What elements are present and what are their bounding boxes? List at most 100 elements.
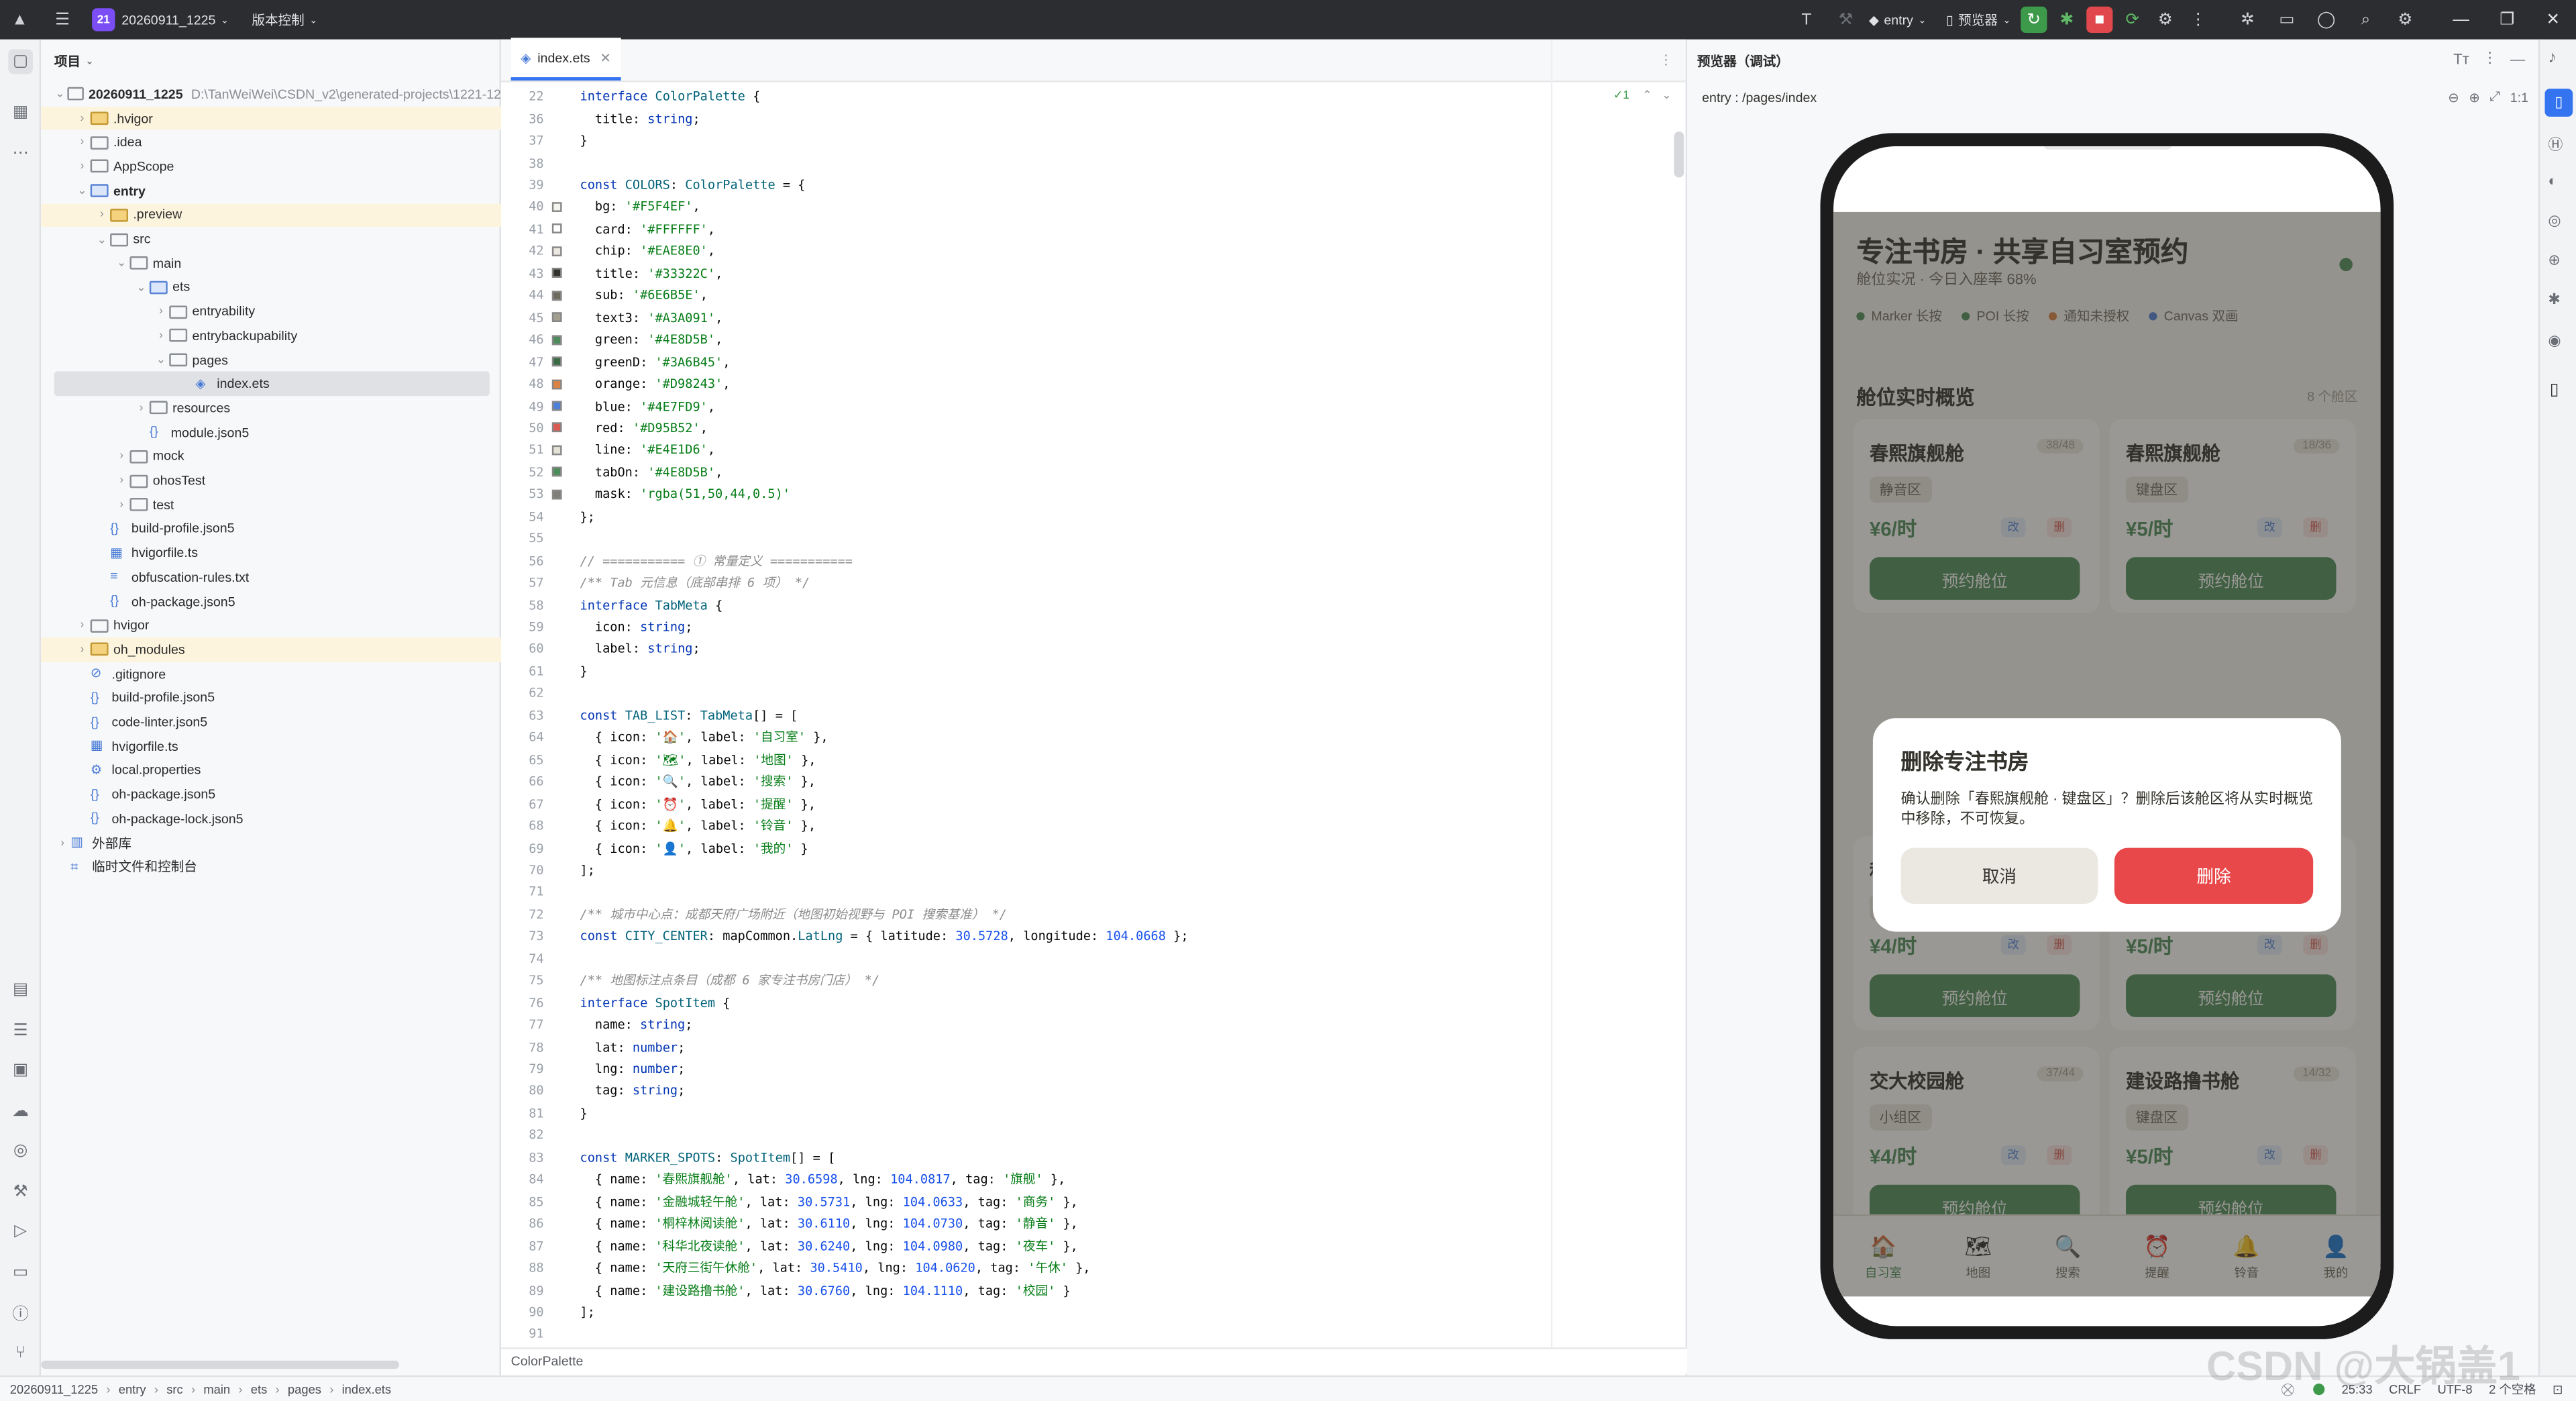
code-line[interactable]: 88 { name: '天府三街午休舱', lat: 30.5410, lng:… bbox=[501, 1257, 1090, 1279]
zoom-out-icon[interactable]: ⊖ bbox=[2448, 89, 2459, 104]
tree-item[interactable]: {} module.json5 bbox=[41, 420, 501, 444]
tree-item[interactable]: › AppScope bbox=[41, 154, 501, 178]
tree-item[interactable]: ⌗ 临时文件和控制台 bbox=[41, 855, 501, 879]
code-line[interactable]: 58 interface TabMeta { bbox=[501, 594, 722, 616]
close-tab-icon[interactable]: ✕ bbox=[600, 50, 610, 65]
code-line[interactable]: 47 greenD: '#3A6B45', bbox=[501, 351, 730, 373]
code-area[interactable]: 22 interface ColorPalette {36 title: stri… bbox=[501, 82, 1684, 1347]
status-crumb[interactable]: 20260911_1225 bbox=[10, 1382, 98, 1397]
tree-item[interactable]: › .preview bbox=[41, 203, 501, 227]
status-crumb[interactable]: entry bbox=[119, 1382, 146, 1397]
color-swatch-icon[interactable] bbox=[550, 489, 564, 500]
device-select[interactable]: ▯ 预览器 ⌄ bbox=[1946, 11, 2011, 29]
chevron-right-icon[interactable]: › bbox=[153, 306, 169, 317]
code-line[interactable]: 50 red: '#D95B52', bbox=[501, 417, 708, 439]
color-swatch-icon[interactable] bbox=[550, 401, 564, 411]
actual-size-icon[interactable]: 1:1 bbox=[2510, 89, 2528, 104]
code-line[interactable]: 51 line: '#E4E1D6', bbox=[501, 439, 715, 461]
code-line[interactable]: 60 label: string; bbox=[501, 638, 700, 660]
code-line[interactable]: 63 const TAB_LIST: TabMeta[] = [ bbox=[501, 705, 798, 727]
project-folder-icon[interactable]: ▢ bbox=[8, 49, 33, 74]
settings-gear-icon[interactable]: ✲ bbox=[2235, 7, 2261, 33]
device-icon[interactable]: ▯ bbox=[2550, 381, 2559, 399]
code-line[interactable]: 37} bbox=[501, 129, 588, 152]
vcs-menu[interactable]: 版本控制 ⌄ bbox=[252, 11, 317, 29]
code-line[interactable]: 56 // =========== ① 常量定义 =========== bbox=[501, 550, 853, 572]
chevron-right-icon[interactable]: › bbox=[74, 161, 90, 172]
previewer-tool-icon[interactable]: ▯ bbox=[2544, 89, 2573, 117]
code-line[interactable]: 61} bbox=[501, 660, 588, 682]
status-crumb[interactable]: index.ets bbox=[342, 1382, 392, 1397]
tree-item[interactable]: {} oh-package.json5 bbox=[41, 589, 501, 613]
tree-item[interactable]: › resources bbox=[41, 396, 501, 420]
services-icon[interactable]: ◎ bbox=[8, 1139, 33, 1163]
profiler-cloud-icon[interactable]: ☁ bbox=[8, 1099, 33, 1124]
chevron-right-icon[interactable]: › bbox=[94, 209, 110, 221]
tree-item[interactable]: ⌄ entry bbox=[41, 178, 501, 203]
stop-icon[interactable]: ■ bbox=[2086, 6, 2113, 33]
tree-item[interactable]: › entryability bbox=[41, 299, 501, 323]
tree-item[interactable]: ▦ hvigorfile.ts bbox=[41, 734, 501, 758]
tree-item[interactable]: ≡ obfuscation-rules.txt bbox=[41, 565, 501, 589]
project-switcher[interactable]: 21 20260911_1225 ⌄ bbox=[92, 8, 229, 32]
close-button[interactable]: ✕ bbox=[2530, 0, 2576, 40]
chevron-right-icon[interactable]: › bbox=[153, 330, 169, 342]
code-line[interactable]: 52 tabOn: '#4E8D5B', bbox=[501, 461, 722, 483]
tree-item[interactable]: ⌄ 20260911_1225 D:\TanWeiWei\CSDN_v2\gener… bbox=[41, 82, 501, 106]
project-panel-header[interactable]: 项目 ⌄ bbox=[41, 40, 499, 83]
git-icon[interactable]: ⑂ bbox=[8, 1341, 33, 1365]
ide-settings-icon[interactable]: ⚙ bbox=[2392, 7, 2418, 33]
tree-item[interactable]: › oh_modules bbox=[41, 637, 501, 662]
tree-item[interactable]: › test bbox=[41, 492, 501, 517]
run-panel-icon[interactable]: ▷ bbox=[8, 1219, 33, 1244]
tab-options-icon[interactable]: ⋮ bbox=[1659, 52, 1672, 67]
code-line[interactable]: 36 title: string; bbox=[501, 107, 700, 129]
code-line[interactable]: 73 const CITY_CENTER: mapCommon.LatLng = … bbox=[501, 925, 1188, 947]
code-line[interactable]: 43 title: '#33322C', bbox=[501, 262, 722, 284]
bug-icon[interactable]: ✱ bbox=[2548, 291, 2560, 309]
color-swatch-icon[interactable] bbox=[550, 445, 564, 456]
chevron-right-icon[interactable]: › bbox=[74, 137, 90, 148]
device-manager-icon[interactable]: ▭ bbox=[2273, 7, 2300, 33]
tree-item[interactable]: ◈ index.ets bbox=[54, 372, 490, 397]
code-line[interactable]: 79 lng: number; bbox=[501, 1058, 685, 1080]
tree-item[interactable]: ⌄ src bbox=[41, 227, 501, 251]
palette-icon[interactable]: ◐ bbox=[2548, 172, 2557, 189]
code-line[interactable]: 90]; bbox=[501, 1301, 595, 1323]
build-icon[interactable]: ⚒ bbox=[8, 1180, 33, 1204]
code-line[interactable]: 59 icon: string; bbox=[501, 616, 692, 638]
code-line[interactable]: 22 interface ColorPalette { bbox=[501, 85, 760, 107]
tree-item[interactable]: › hvigor bbox=[41, 613, 501, 637]
code-line[interactable]: 89 { name: '建设路撸书舱', lat: 30.6760, lng: … bbox=[501, 1279, 1071, 1301]
code-line[interactable]: 45 text3: '#A3A091', bbox=[501, 307, 722, 329]
hint-icon[interactable]: Ⓗ bbox=[2548, 133, 2563, 154]
tree-item[interactable]: › mock bbox=[41, 444, 501, 468]
color-swatch-icon[interactable] bbox=[550, 378, 564, 389]
tree-item[interactable]: › ▥ 外部库 bbox=[41, 831, 501, 855]
font-size-icon[interactable]: Tт bbox=[2453, 50, 2469, 66]
account-icon[interactable]: ◯ bbox=[2313, 7, 2339, 33]
tree-item[interactable]: › .hvigor bbox=[41, 106, 501, 131]
bookmarks-icon[interactable]: ▤ bbox=[8, 978, 33, 1002]
search-icon[interactable]: ⌕ bbox=[2353, 7, 2379, 33]
problems-icon[interactable]: ⓘ bbox=[8, 1300, 33, 1325]
code-line[interactable]: 76 interface SpotItem { bbox=[501, 992, 730, 1014]
tree-item[interactable]: ▦ hvigorfile.ts bbox=[41, 541, 501, 565]
code-line[interactable]: 74 bbox=[501, 947, 580, 970]
code-line[interactable]: 71 bbox=[501, 881, 580, 903]
code-line[interactable]: 68 { icon: '🔔', label: '铃音' }, bbox=[501, 815, 816, 837]
code-line[interactable]: 91 bbox=[501, 1323, 580, 1345]
code-line[interactable]: 81} bbox=[501, 1102, 588, 1125]
tree-item[interactable]: {} oh-package.json5 bbox=[41, 782, 501, 807]
chevron-right-icon[interactable]: › bbox=[74, 644, 90, 656]
color-swatch-icon[interactable] bbox=[550, 467, 564, 478]
zoom-in-icon[interactable]: ⊕ bbox=[2469, 89, 2479, 104]
tree-item[interactable]: {} oh-package-lock.json5 bbox=[41, 807, 501, 831]
chevron-right-icon[interactable]: › bbox=[113, 499, 129, 511]
status-crumb[interactable]: pages bbox=[288, 1382, 321, 1397]
code-line[interactable]: 42 chip: '#EAE8E0', bbox=[501, 240, 715, 262]
code-line[interactable]: 48 orange: '#D98243', bbox=[501, 373, 730, 395]
todo-icon[interactable]: ☰ bbox=[8, 1019, 33, 1043]
run-config-select[interactable]: ◆ entry ⌄ bbox=[1869, 12, 1927, 27]
tree-item[interactable]: › .idea bbox=[41, 130, 501, 154]
